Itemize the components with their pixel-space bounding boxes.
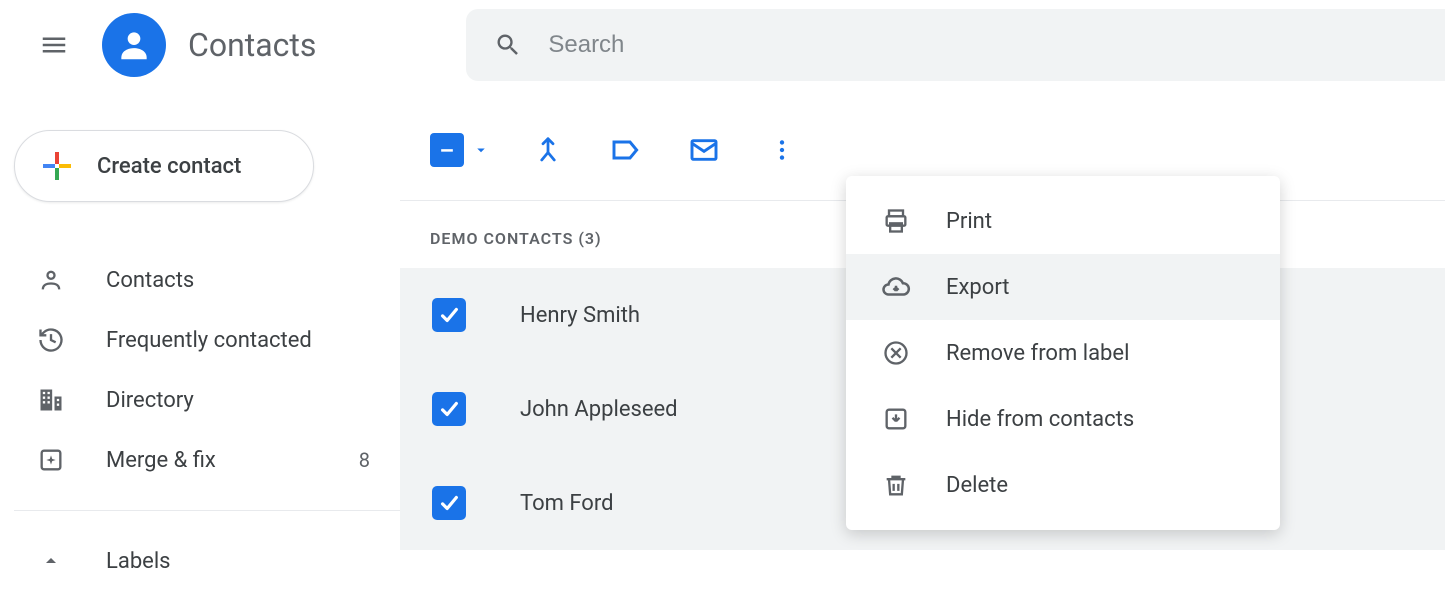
menu-item-label: Remove from label	[946, 341, 1129, 366]
merge-icon	[533, 135, 563, 165]
create-contact-button[interactable]: Create contact	[14, 130, 314, 202]
archive-icon	[882, 405, 910, 433]
sidebar-item-label: Directory	[106, 388, 194, 413]
search-bar[interactable]	[466, 9, 1445, 81]
sidebar-item-label: Labels	[106, 549, 171, 574]
check-icon	[438, 492, 460, 514]
selection-indicator[interactable]	[430, 133, 490, 167]
person-outline-icon	[37, 266, 65, 294]
merge-button[interactable]	[528, 130, 568, 170]
history-icon	[37, 326, 65, 354]
sidebar-item-merge-fix[interactable]: Merge & fix 8	[14, 430, 400, 490]
app-title: Contacts	[188, 26, 316, 64]
trash-icon	[882, 471, 910, 499]
menu-item-label: Hide from contacts	[946, 407, 1134, 432]
label-icon	[610, 134, 642, 166]
chevron-down-icon	[472, 141, 490, 159]
menu-item-export[interactable]: Export	[846, 254, 1280, 320]
search-icon	[494, 31, 522, 59]
menu-item-label: Delete	[946, 473, 1008, 498]
chevron-up-icon	[39, 549, 63, 573]
sidebar-item-frequent[interactable]: Frequently contacted	[14, 310, 400, 370]
row-checkbox[interactable]	[432, 486, 466, 520]
toolbar	[400, 120, 1445, 180]
menu-item-delete[interactable]: Delete	[846, 452, 1280, 518]
remove-circle-icon	[882, 339, 910, 367]
sidebar-divider	[14, 510, 400, 511]
sparkle-icon	[37, 446, 65, 474]
menu-item-label: Export	[946, 275, 1010, 300]
row-checkbox[interactable]	[432, 298, 466, 332]
sidebar: Create contact Contacts Frequently conta…	[0, 90, 400, 591]
label-button[interactable]	[606, 130, 646, 170]
header: Contacts	[0, 0, 1445, 90]
search-input[interactable]	[548, 31, 1445, 59]
more-actions-menu: Print Export Remove from label Hide from…	[846, 176, 1280, 530]
mail-icon	[688, 134, 720, 166]
row-checkbox[interactable]	[432, 392, 466, 426]
create-contact-label: Create contact	[97, 154, 241, 179]
more-actions-button[interactable]	[762, 130, 802, 170]
hamburger-icon	[39, 30, 69, 60]
person-icon	[115, 26, 153, 64]
sidebar-item-labels[interactable]: Labels	[14, 531, 400, 591]
app-logo	[102, 13, 166, 77]
check-icon	[438, 304, 460, 326]
plus-icon	[39, 148, 75, 184]
menu-item-remove-label[interactable]: Remove from label	[846, 320, 1280, 386]
sidebar-item-contacts[interactable]: Contacts	[14, 250, 400, 310]
cloud-download-icon	[881, 272, 911, 302]
print-icon	[882, 207, 910, 235]
main-menu-button[interactable]	[30, 21, 78, 69]
sidebar-item-label: Merge & fix	[106, 448, 216, 473]
sidebar-item-directory[interactable]: Directory	[14, 370, 400, 430]
more-vert-icon	[769, 137, 795, 163]
check-icon	[438, 398, 460, 420]
merge-fix-badge: 8	[359, 448, 370, 472]
sidebar-item-label: Frequently contacted	[106, 328, 312, 353]
menu-item-label: Print	[946, 209, 992, 234]
sidebar-item-label: Contacts	[106, 268, 194, 293]
menu-item-hide[interactable]: Hide from contacts	[846, 386, 1280, 452]
menu-item-print[interactable]: Print	[846, 188, 1280, 254]
email-button[interactable]	[684, 130, 724, 170]
building-icon	[37, 386, 65, 414]
indeterminate-icon	[437, 140, 457, 160]
